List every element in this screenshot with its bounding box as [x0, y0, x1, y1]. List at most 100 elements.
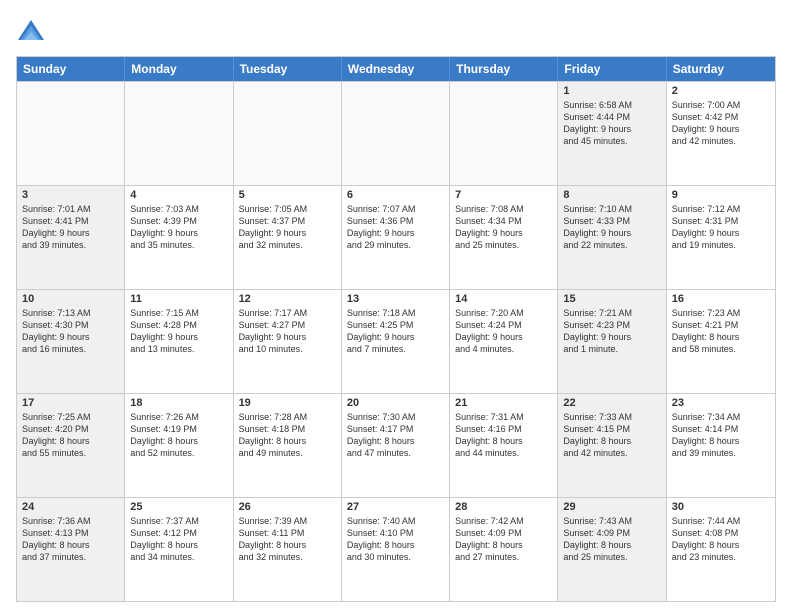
- calendar-row-3: 17 Sunrise: 7:25 AM Sunset: 4:20 PM Dayli…: [17, 393, 775, 497]
- calendar-cell: 9 Sunrise: 7:12 AM Sunset: 4:31 PM Daylig…: [667, 186, 775, 289]
- calendar-row-4: 24 Sunrise: 7:36 AM Sunset: 4:13 PM Dayli…: [17, 497, 775, 601]
- day-number: 19: [239, 397, 336, 409]
- day-number: 13: [347, 293, 444, 305]
- logo-icon: [16, 16, 46, 46]
- calendar-cell: 11 Sunrise: 7:15 AM Sunset: 4:28 PM Dayli…: [125, 290, 233, 393]
- header-day-friday: Friday: [558, 57, 666, 81]
- calendar-cell: [17, 82, 125, 185]
- day-number: 2: [672, 85, 770, 97]
- calendar-cell: 26 Sunrise: 7:39 AM Sunset: 4:11 PM Dayli…: [234, 498, 342, 601]
- calendar-cell: 12 Sunrise: 7:17 AM Sunset: 4:27 PM Dayli…: [234, 290, 342, 393]
- day-info: Sunrise: 7:23 AM Sunset: 4:21 PM Dayligh…: [672, 307, 770, 356]
- day-info: Sunrise: 7:42 AM Sunset: 4:09 PM Dayligh…: [455, 515, 552, 564]
- header-day-saturday: Saturday: [667, 57, 775, 81]
- day-number: 3: [22, 189, 119, 201]
- calendar-cell: 13 Sunrise: 7:18 AM Sunset: 4:25 PM Dayli…: [342, 290, 450, 393]
- day-info: Sunrise: 7:34 AM Sunset: 4:14 PM Dayligh…: [672, 411, 770, 460]
- calendar-cell: 15Sunrise: 7:21 AM Sunset: 4:23 PM Dayli…: [558, 290, 666, 393]
- day-info: Sunrise: 7:20 AM Sunset: 4:24 PM Dayligh…: [455, 307, 552, 356]
- day-number: 9: [672, 189, 770, 201]
- day-info: Sunrise: 7:10 AM Sunset: 4:33 PM Dayligh…: [563, 203, 660, 252]
- calendar-cell: [125, 82, 233, 185]
- calendar-cell: [234, 82, 342, 185]
- day-number: 21: [455, 397, 552, 409]
- calendar-cell: 14 Sunrise: 7:20 AM Sunset: 4:24 PM Dayli…: [450, 290, 558, 393]
- day-number: 24: [22, 501, 119, 513]
- day-info: Sunrise: 7:05 AM Sunset: 4:37 PM Dayligh…: [239, 203, 336, 252]
- day-number: 26: [239, 501, 336, 513]
- day-info: Sunrise: 7:26 AM Sunset: 4:19 PM Dayligh…: [130, 411, 227, 460]
- day-number: 6: [347, 189, 444, 201]
- calendar-cell: 30 Sunrise: 7:44 AM Sunset: 4:08 PM Dayli…: [667, 498, 775, 601]
- calendar-cell: 20Sunrise: 7:30 AM Sunset: 4:17 PM Dayli…: [342, 394, 450, 497]
- day-number: 1: [563, 85, 660, 97]
- day-number: 29: [563, 501, 660, 513]
- calendar-cell: 28Sunrise: 7:42 AM Sunset: 4:09 PM Dayli…: [450, 498, 558, 601]
- calendar: SundayMondayTuesdayWednesdayThursdayFrid…: [16, 56, 776, 602]
- day-number: 22: [563, 397, 660, 409]
- logo: [16, 16, 50, 46]
- day-number: 11: [130, 293, 227, 305]
- header-day-thursday: Thursday: [450, 57, 558, 81]
- day-info: Sunrise: 6:58 AM Sunset: 4:44 PM Dayligh…: [563, 99, 660, 148]
- day-number: 5: [239, 189, 336, 201]
- day-info: Sunrise: 7:00 AM Sunset: 4:42 PM Dayligh…: [672, 99, 770, 148]
- calendar-cell: 25Sunrise: 7:37 AM Sunset: 4:12 PM Dayli…: [125, 498, 233, 601]
- day-number: 12: [239, 293, 336, 305]
- day-info: Sunrise: 7:36 AM Sunset: 4:13 PM Dayligh…: [22, 515, 119, 564]
- calendar-cell: 21 Sunrise: 7:31 AM Sunset: 4:16 PM Dayli…: [450, 394, 558, 497]
- calendar-cell: 10 Sunrise: 7:13 AM Sunset: 4:30 PM Dayli…: [17, 290, 125, 393]
- day-info: Sunrise: 7:17 AM Sunset: 4:27 PM Dayligh…: [239, 307, 336, 356]
- calendar-cell: 1 Sunrise: 6:58 AM Sunset: 4:44 PM Daylig…: [558, 82, 666, 185]
- calendar-body: 1 Sunrise: 6:58 AM Sunset: 4:44 PM Daylig…: [17, 81, 775, 601]
- calendar-cell: 7Sunrise: 7:08 AM Sunset: 4:34 PM Daylig…: [450, 186, 558, 289]
- day-number: 17: [22, 397, 119, 409]
- calendar-cell: 22 Sunrise: 7:33 AM Sunset: 4:15 PM Dayli…: [558, 394, 666, 497]
- page: SundayMondayTuesdayWednesdayThursdayFrid…: [0, 0, 792, 612]
- calendar-cell: 27Sunrise: 7:40 AM Sunset: 4:10 PM Dayli…: [342, 498, 450, 601]
- calendar-cell: 16 Sunrise: 7:23 AM Sunset: 4:21 PM Dayli…: [667, 290, 775, 393]
- day-info: Sunrise: 7:03 AM Sunset: 4:39 PM Dayligh…: [130, 203, 227, 252]
- day-info: Sunrise: 7:01 AM Sunset: 4:41 PM Dayligh…: [22, 203, 119, 252]
- header-day-sunday: Sunday: [17, 57, 125, 81]
- day-info: Sunrise: 7:25 AM Sunset: 4:20 PM Dayligh…: [22, 411, 119, 460]
- day-info: Sunrise: 7:39 AM Sunset: 4:11 PM Dayligh…: [239, 515, 336, 564]
- day-info: Sunrise: 7:31 AM Sunset: 4:16 PM Dayligh…: [455, 411, 552, 460]
- calendar-cell: 5 Sunrise: 7:05 AM Sunset: 4:37 PM Daylig…: [234, 186, 342, 289]
- day-number: 8: [563, 189, 660, 201]
- calendar-cell: 24 Sunrise: 7:36 AM Sunset: 4:13 PM Dayli…: [17, 498, 125, 601]
- calendar-cell: [450, 82, 558, 185]
- day-info: Sunrise: 7:21 AM Sunset: 4:23 PM Dayligh…: [563, 307, 660, 356]
- calendar-cell: 29Sunrise: 7:43 AM Sunset: 4:09 PM Dayli…: [558, 498, 666, 601]
- day-info: Sunrise: 7:08 AM Sunset: 4:34 PM Dayligh…: [455, 203, 552, 252]
- calendar-cell: 2 Sunrise: 7:00 AM Sunset: 4:42 PM Daylig…: [667, 82, 775, 185]
- day-info: Sunrise: 7:15 AM Sunset: 4:28 PM Dayligh…: [130, 307, 227, 356]
- calendar-cell: 6 Sunrise: 7:07 AM Sunset: 4:36 PM Daylig…: [342, 186, 450, 289]
- day-info: Sunrise: 7:18 AM Sunset: 4:25 PM Dayligh…: [347, 307, 444, 356]
- day-number: 14: [455, 293, 552, 305]
- day-info: Sunrise: 7:07 AM Sunset: 4:36 PM Dayligh…: [347, 203, 444, 252]
- header-day-monday: Monday: [125, 57, 233, 81]
- day-info: Sunrise: 7:13 AM Sunset: 4:30 PM Dayligh…: [22, 307, 119, 356]
- calendar-row-1: 3 Sunrise: 7:01 AM Sunset: 4:41 PM Daylig…: [17, 185, 775, 289]
- calendar-cell: 23Sunrise: 7:34 AM Sunset: 4:14 PM Dayli…: [667, 394, 775, 497]
- calendar-cell: 17 Sunrise: 7:25 AM Sunset: 4:20 PM Dayli…: [17, 394, 125, 497]
- day-info: Sunrise: 7:12 AM Sunset: 4:31 PM Dayligh…: [672, 203, 770, 252]
- day-number: 4: [130, 189, 227, 201]
- day-number: 16: [672, 293, 770, 305]
- calendar-cell: 18 Sunrise: 7:26 AM Sunset: 4:19 PM Dayli…: [125, 394, 233, 497]
- day-number: 25: [130, 501, 227, 513]
- calendar-cell: 19Sunrise: 7:28 AM Sunset: 4:18 PM Dayli…: [234, 394, 342, 497]
- calendar-cell: 3 Sunrise: 7:01 AM Sunset: 4:41 PM Daylig…: [17, 186, 125, 289]
- day-info: Sunrise: 7:44 AM Sunset: 4:08 PM Dayligh…: [672, 515, 770, 564]
- day-info: Sunrise: 7:33 AM Sunset: 4:15 PM Dayligh…: [563, 411, 660, 460]
- calendar-cell: 4 Sunrise: 7:03 AM Sunset: 4:39 PM Daylig…: [125, 186, 233, 289]
- day-number: 10: [22, 293, 119, 305]
- day-number: 20: [347, 397, 444, 409]
- day-number: 30: [672, 501, 770, 513]
- header-day-wednesday: Wednesday: [342, 57, 450, 81]
- day-number: 27: [347, 501, 444, 513]
- header-day-tuesday: Tuesday: [234, 57, 342, 81]
- day-number: 18: [130, 397, 227, 409]
- calendar-row-2: 10 Sunrise: 7:13 AM Sunset: 4:30 PM Dayli…: [17, 289, 775, 393]
